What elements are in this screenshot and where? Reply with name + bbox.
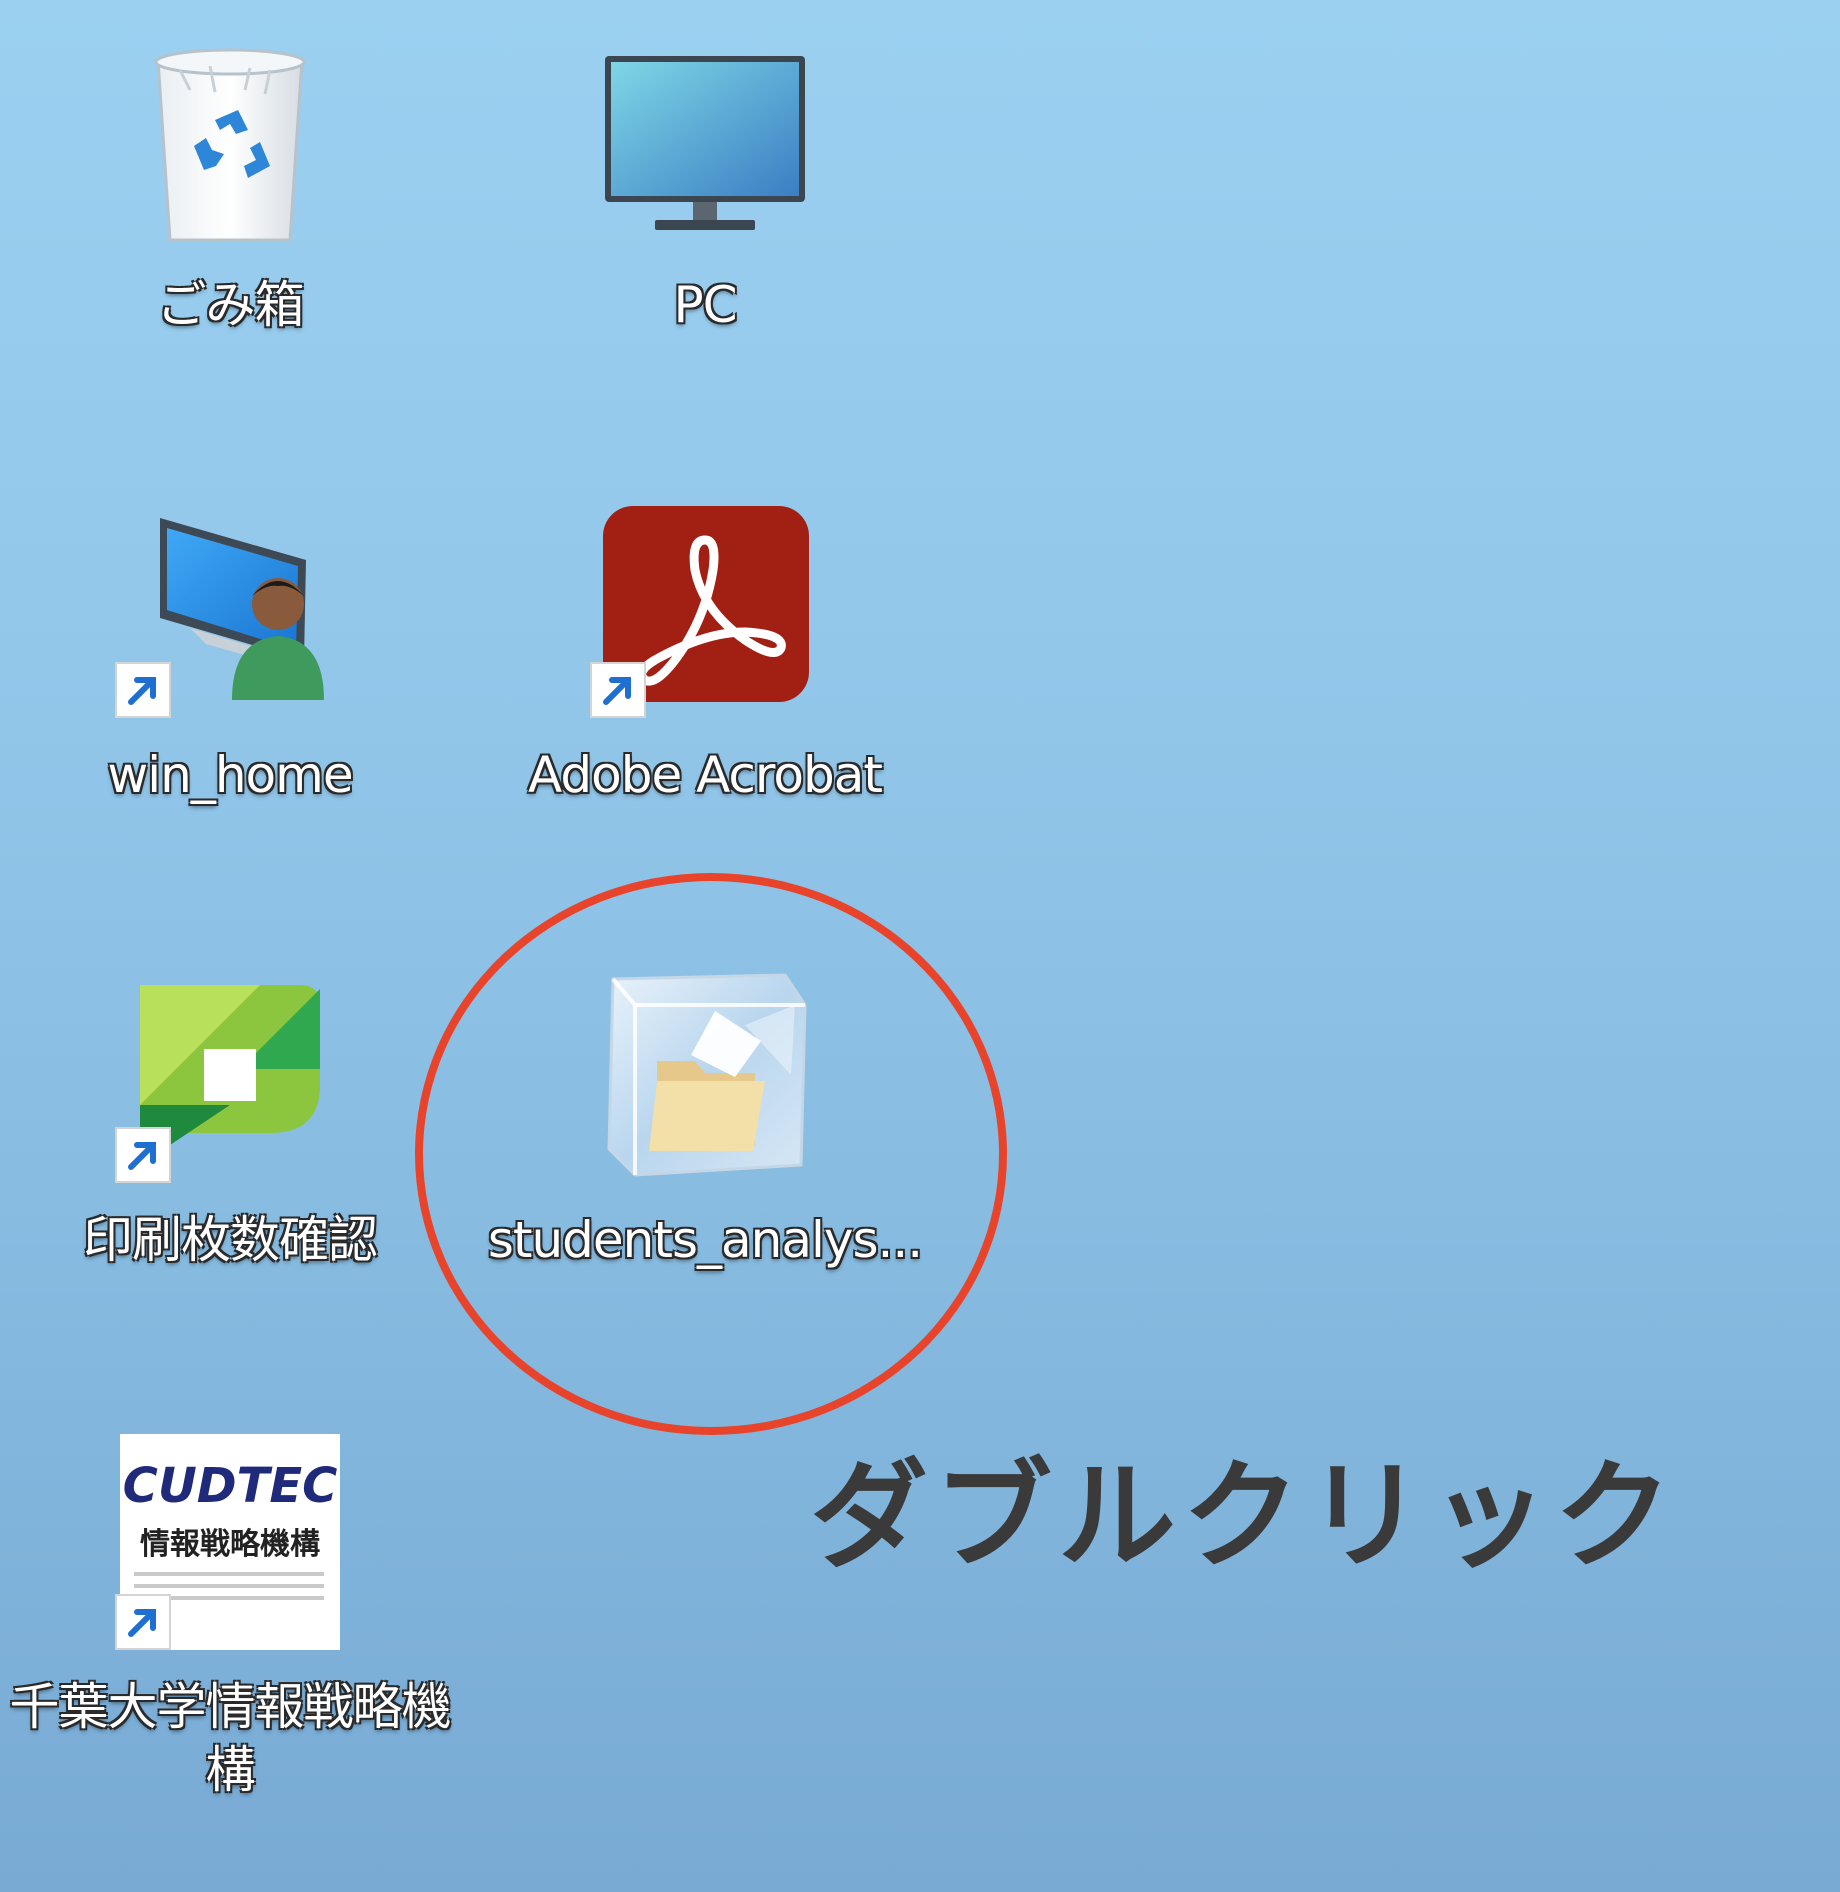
shortcut-arrow-icon: [115, 1127, 171, 1183]
desktop-icon-print-counter[interactable]: 印刷枚数確認: [15, 965, 445, 1272]
desktop-icon-pc[interactable]: PC: [490, 30, 920, 337]
desktop-icon-adobe-acrobat[interactable]: Adobe Acrobat: [490, 500, 920, 807]
desktop-icon-label: win_home: [107, 746, 353, 804]
cudtec-wordmark: CUDTEC: [123, 1458, 338, 1514]
desktop-icon-cudtec[interactable]: CUDTEC 情報戦略機構 千葉大学情報戦略機構: [10, 1432, 452, 1801]
frozen-folder-icon: [595, 965, 815, 1185]
desktop-icon-label: PC: [673, 276, 737, 334]
desktop-icon-label: 千葉大学情報戦略機構: [9, 1678, 452, 1799]
desktop: ごみ箱 PC win_home Adobe Acrobat 印刷枚数確認 stu…: [0, 0, 1840, 1892]
shortcut-arrow-icon: [590, 662, 646, 718]
recycle-bin-icon: [120, 30, 340, 250]
print-counter-icon: [115, 965, 340, 1185]
desktop-icon-label: Adobe Acrobat: [528, 746, 883, 804]
shortcut-arrow-icon: [115, 1594, 171, 1650]
desktop-icon-label: ごみ箱: [156, 276, 305, 334]
desktop-icon-label: students_analys...: [487, 1211, 923, 1269]
cudtec-icon: CUDTEC 情報戦略機構: [115, 1432, 340, 1652]
desktop-icon-recycle-bin[interactable]: ごみ箱: [15, 30, 445, 337]
desktop-icon-label: 印刷枚数確認: [83, 1211, 378, 1269]
shortcut-arrow-icon: [115, 662, 171, 718]
desktop-icon-win-home[interactable]: win_home: [15, 500, 445, 807]
monitor-icon: [595, 30, 815, 250]
cudtec-subtitle: 情報戦略機構: [140, 1527, 320, 1562]
desktop-icon-students-analysis[interactable]: students_analys...: [487, 965, 923, 1272]
acrobat-icon: [590, 500, 815, 720]
annotation-double-click: ダブルクリック: [810, 1447, 1679, 1585]
user-computer-icon: [115, 500, 340, 720]
